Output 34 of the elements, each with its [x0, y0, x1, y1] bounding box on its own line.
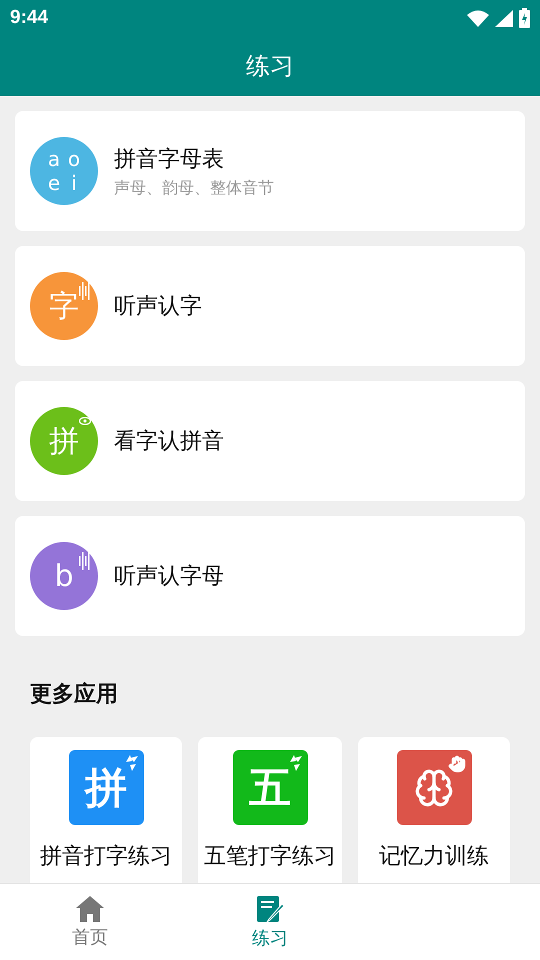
nav-tab[interactable]: 练习 [180, 884, 360, 960]
app-label: 拼音打字练习 [40, 843, 172, 871]
character-tile-icon: 拼 [68, 750, 144, 825]
practice-card[interactable]: 拼 看字认拼音 [15, 381, 525, 501]
app-label: 五笔打字练习 [204, 843, 336, 871]
card-title: 听声认字母 [114, 563, 224, 591]
app-tile[interactable]: 记忆力训练 [358, 737, 510, 883]
wifi-icon [467, 10, 489, 26]
character-eye-icon: 拼 [30, 407, 98, 475]
battery-icon [519, 8, 530, 28]
page-title: 练习 [246, 51, 294, 82]
practice-card[interactable]: b 听声认字母 [15, 516, 525, 636]
status-time: 9:44 [10, 7, 48, 29]
app-label: 记忆力训练 [379, 843, 489, 871]
sound-wave-icon [77, 552, 91, 570]
practice-card[interactable]: 字 听声认字 [15, 246, 525, 366]
practice-card[interactable]: a o e i 拼音字母表 声母、韵母、整体音节 [15, 111, 525, 231]
card-title: 听声认字 [114, 293, 202, 321]
card-title: 拼音字母表 [114, 146, 225, 174]
card-title: 看字认拼音 [114, 428, 224, 456]
app-tile[interactable]: 拼 拼音打字练习 [30, 737, 182, 883]
letters-icon: a o e i [30, 137, 98, 205]
nav-tab[interactable]: 首页 [0, 884, 180, 960]
character-tile-icon: 五 [232, 750, 308, 825]
character-sound-icon: 字 [30, 272, 98, 340]
sound-wave-icon [77, 282, 91, 300]
edit-icon [255, 894, 285, 924]
section-heading: 更多应用 [29, 680, 119, 709]
character-sound-icon: b [30, 542, 98, 610]
home-icon [75, 895, 105, 923]
card-subtitle: 声母、韵母、整体音节 [114, 178, 274, 198]
eye-icon [79, 417, 91, 425]
app-tile[interactable]: 五 五笔打字练习 [198, 737, 342, 883]
signal-icon [495, 10, 513, 26]
